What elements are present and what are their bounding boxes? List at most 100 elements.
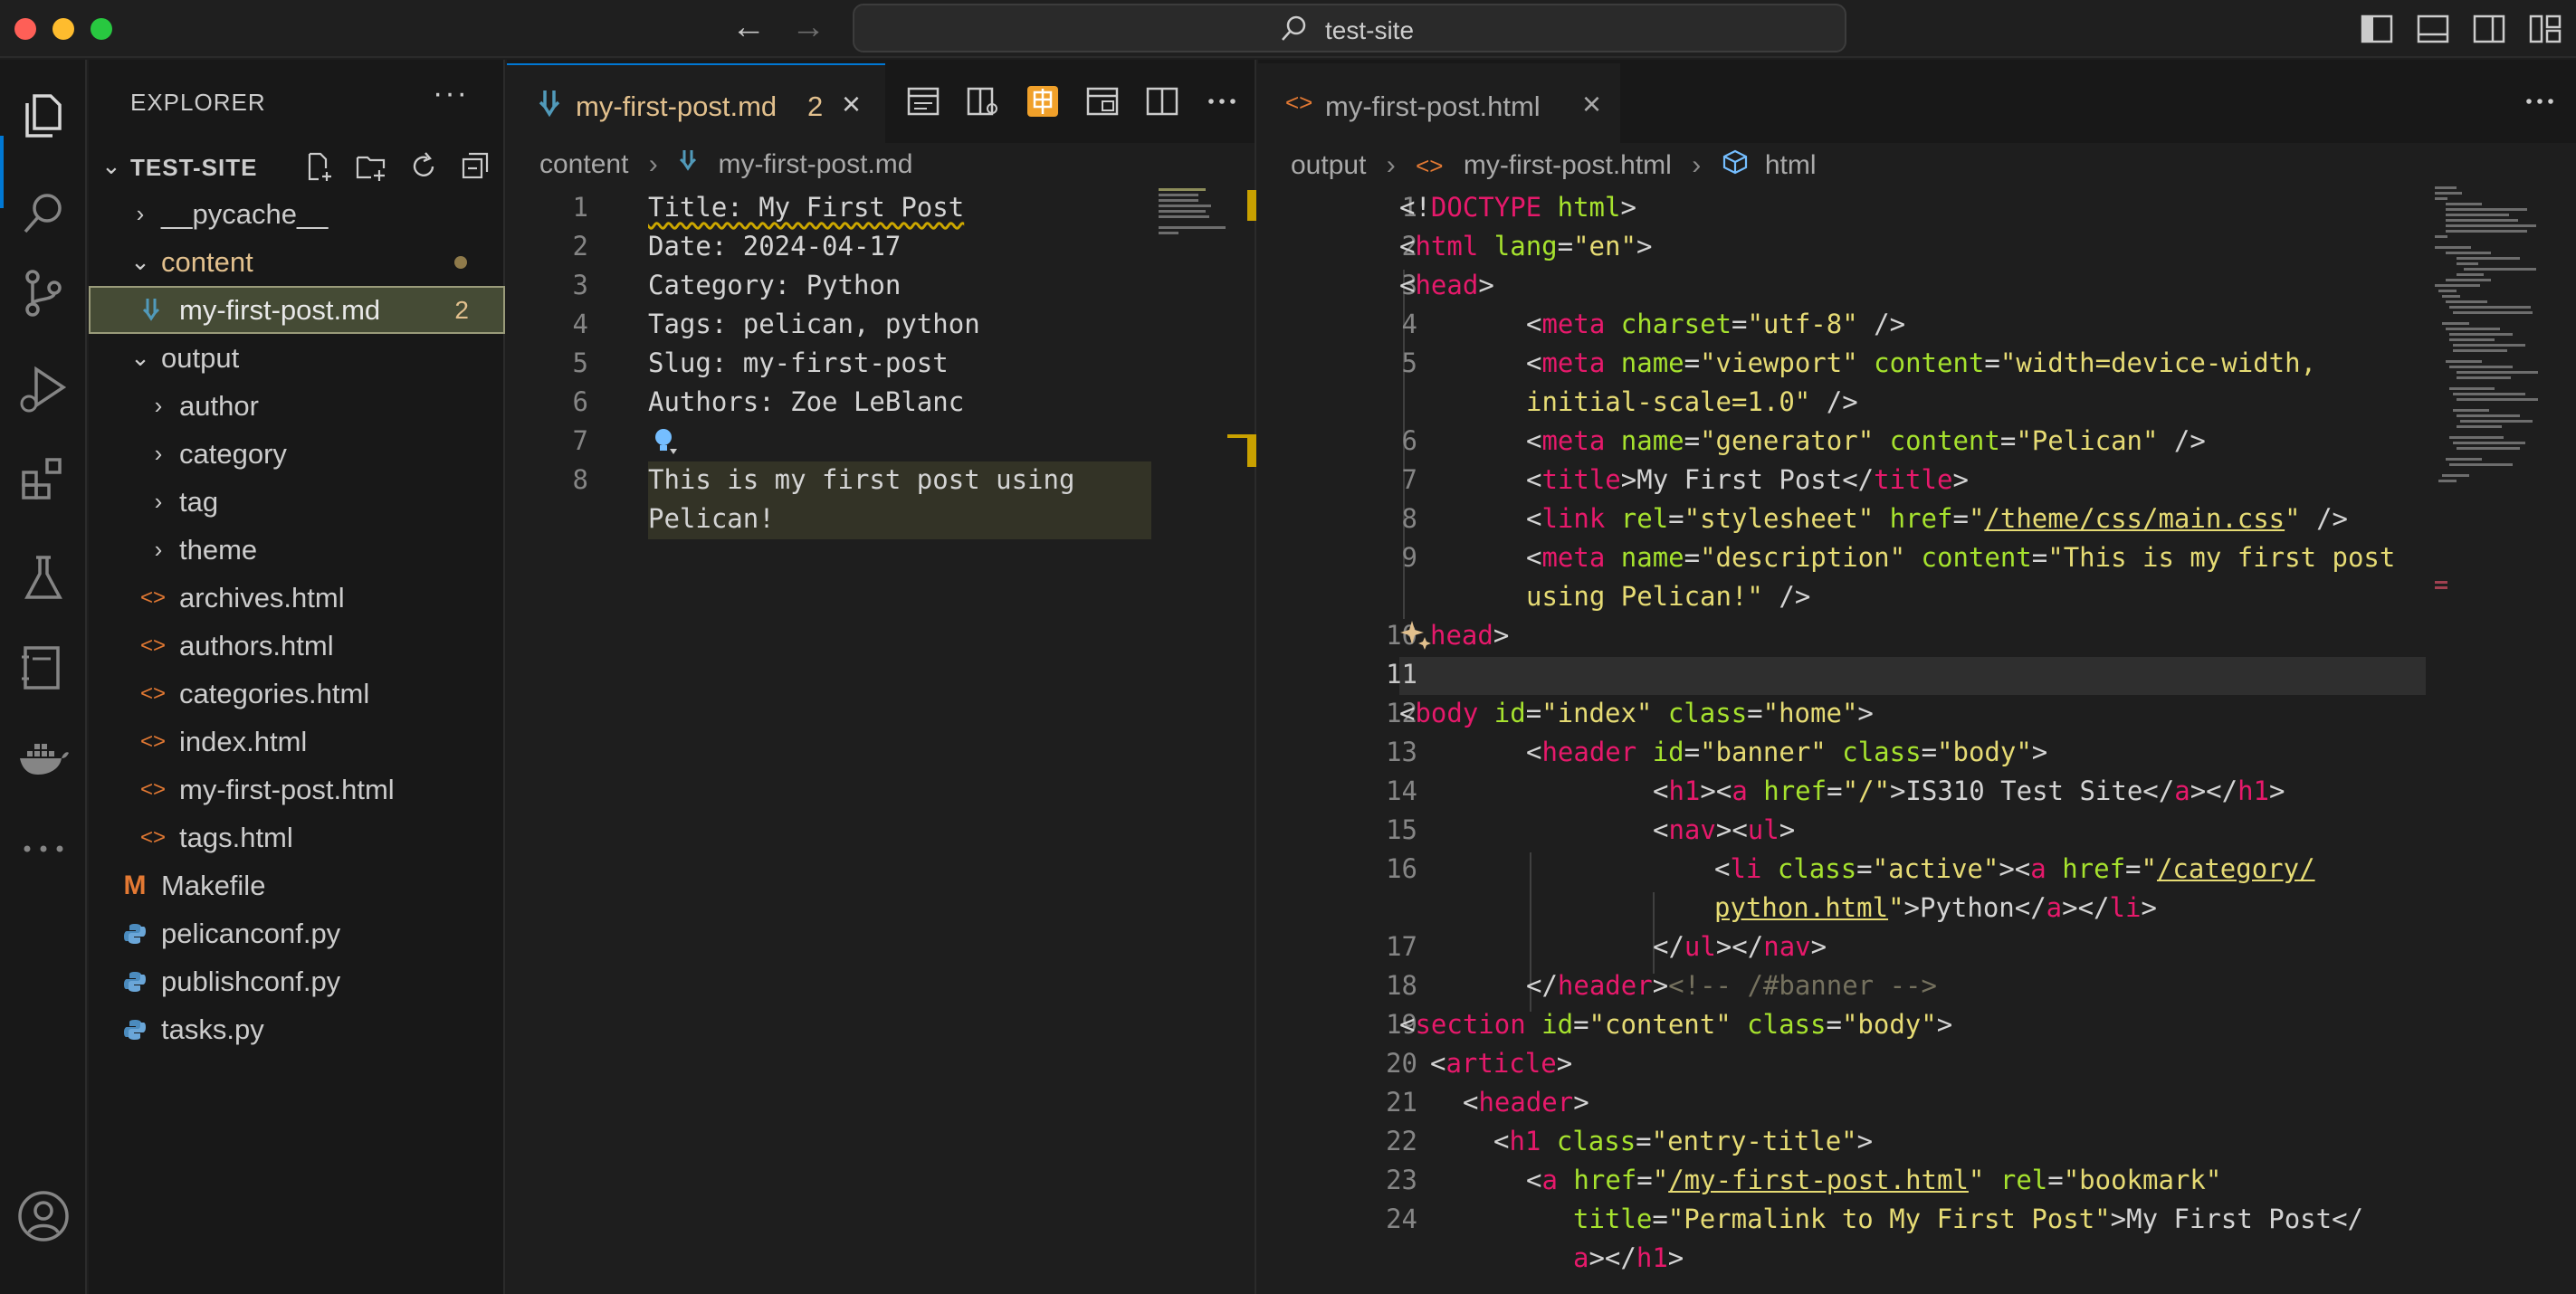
tree-item-category[interactable]: › category xyxy=(89,430,505,478)
breadcrumb-item-file[interactable]: my-first-post.md xyxy=(718,149,912,180)
scrollbar-cursor-marker xyxy=(1227,434,1247,438)
more-actions-icon[interactable] xyxy=(1204,83,1240,119)
code-line: This is my first post using xyxy=(648,464,1075,495)
more-views-icon[interactable] xyxy=(14,820,72,878)
modified-dot-icon xyxy=(454,256,467,269)
toggle-panel-icon[interactable] xyxy=(2415,11,2451,47)
source-control-icon[interactable] xyxy=(14,264,72,322)
search-icon xyxy=(1282,15,1306,41)
search-icon[interactable] xyxy=(14,185,72,243)
close-tab-icon[interactable]: × xyxy=(1582,85,1601,123)
open-preview-to-side-icon[interactable] xyxy=(965,83,1001,119)
breadcrumb: output › <> my-first-post.html › html xyxy=(1291,148,1817,183)
extensions-icon[interactable] xyxy=(14,451,72,509)
toggle-primary-sidebar-icon[interactable] xyxy=(2359,11,2395,47)
customize-layout-icon[interactable] xyxy=(2527,11,2563,47)
problems-badge: 2 xyxy=(454,296,469,324)
chevron-down-icon: ⌄ xyxy=(130,344,150,371)
tree-item-theme[interactable]: › theme xyxy=(89,526,505,574)
tree-item-index-html[interactable]: <> index.html xyxy=(89,718,505,766)
tree-item-tasks-py[interactable]: tasks.py xyxy=(89,1005,505,1053)
makefile-icon: M xyxy=(123,871,147,900)
scrollbar-warning-marker xyxy=(1247,434,1256,467)
tab-problems-badge: 2 xyxy=(807,90,824,122)
html-file-icon: <> xyxy=(139,585,167,610)
chevron-right-icon: › xyxy=(154,440,163,467)
code-line: <h1><a href="/">IS310 Test Site</a></h1> xyxy=(1653,775,2285,806)
open-preview-icon[interactable] xyxy=(905,83,941,119)
tree-item-output[interactable]: ⌄ output xyxy=(89,334,505,382)
minimap[interactable] xyxy=(1155,186,1227,295)
notebook-icon[interactable] xyxy=(14,639,72,697)
breadcrumb-item-symbol[interactable]: html xyxy=(1765,150,1817,181)
split-editor-icon[interactable] xyxy=(1144,83,1180,119)
new-file-icon[interactable] xyxy=(302,150,335,183)
docker-icon[interactable] xyxy=(14,729,72,787)
run-debug-icon[interactable] xyxy=(14,360,72,418)
workspace-section-header[interactable]: ⌄ TEST-SITE xyxy=(89,141,505,190)
preview-layout-icon[interactable] xyxy=(1084,83,1121,119)
chevron-down-icon: ⌄ xyxy=(101,152,121,179)
tree-item-content[interactable]: ⌄ content xyxy=(89,238,505,286)
command-center-search[interactable]: test-site xyxy=(853,4,1846,52)
testing-flask-icon[interactable] xyxy=(14,548,72,606)
new-folder-icon[interactable] xyxy=(355,150,387,183)
more-actions-icon[interactable] xyxy=(2522,83,2558,119)
chevron-right-icon: › xyxy=(1692,150,1702,180)
tree-item-publishconf-py[interactable]: publishconf.py xyxy=(89,957,505,1005)
back-arrow-icon[interactable]: ← xyxy=(731,9,766,45)
tree-item-pycache[interactable]: › __pycache__ xyxy=(89,190,505,238)
tree-item-categories-html[interactable]: <> categories.html xyxy=(89,670,505,718)
chevron-right-icon: › xyxy=(154,392,163,419)
tab-my-first-post-md[interactable]: my-first-post.md 2 × xyxy=(507,63,885,143)
code-line: <html lang="en"> xyxy=(1399,231,1653,262)
html-file-icon: <> xyxy=(139,681,167,706)
editor-group-markdown: my-first-post.md 2 × content › my-first-… xyxy=(507,60,1256,1294)
maximize-window-button[interactable] xyxy=(91,18,112,40)
accounts-icon[interactable] xyxy=(14,1187,72,1245)
tree-item-tags-html[interactable]: <> tags.html xyxy=(89,814,505,861)
breadcrumb-item-folder[interactable]: content xyxy=(539,149,628,180)
code-line: <!DOCTYPE html> xyxy=(1399,192,1636,223)
cube-symbol-icon xyxy=(1722,148,1749,183)
forward-arrow-icon[interactable]: → xyxy=(791,9,825,45)
close-window-button[interactable] xyxy=(14,18,36,40)
explorer-icon[interactable] xyxy=(14,87,72,145)
chevron-down-icon: ⌄ xyxy=(130,248,150,275)
tree-item-my-first-post-md[interactable]: my-first-post.md 2 xyxy=(89,286,505,334)
collapse-all-icon[interactable] xyxy=(460,150,492,183)
file-tree: › __pycache__ ⌄ content my-first-post.md… xyxy=(89,190,505,1053)
close-tab-icon[interactable]: × xyxy=(842,85,861,123)
lightbulb-icon[interactable] xyxy=(650,425,681,456)
tree-item-pelicanconf-py[interactable]: pelicanconf.py xyxy=(89,909,505,957)
code-line: <a href="/my-first-post.html" rel="bookm… xyxy=(1526,1165,2222,1195)
markdown-file-icon xyxy=(678,148,698,181)
breadcrumb-item-file[interactable]: my-first-post.html xyxy=(1464,150,1672,181)
tree-item-authors-html[interactable]: <> authors.html xyxy=(89,622,505,670)
code-line: Pelican! xyxy=(648,503,775,534)
tree-item-archives-html[interactable]: <> archives.html xyxy=(89,574,505,622)
tree-item-my-first-post-html[interactable]: <> my-first-post.html xyxy=(89,766,505,814)
minimize-window-button[interactable] xyxy=(52,18,74,40)
extension-action-icon[interactable] xyxy=(1025,83,1061,119)
code-line: <body id="index" class="home"> xyxy=(1399,698,1874,728)
html-file-icon: <> xyxy=(139,777,167,802)
toggle-secondary-sidebar-icon[interactable] xyxy=(2471,11,2507,47)
tree-item-author[interactable]: › author xyxy=(89,382,505,430)
minimap[interactable] xyxy=(2431,186,2567,603)
tab-my-first-post-html[interactable]: <> my-first-post.html × xyxy=(1258,63,1620,143)
sparkle-icon[interactable] xyxy=(1399,617,1434,652)
tree-item-tag[interactable]: › tag xyxy=(89,478,505,526)
code-line: </ul></nav> xyxy=(1653,931,1827,962)
active-indicator xyxy=(0,136,4,208)
code-line: <h1 class="entry-title"> xyxy=(1493,1126,1874,1156)
code-line: <meta name="description" content="This i… xyxy=(1526,542,2396,573)
tree-item-makefile[interactable]: M Makefile xyxy=(89,861,505,909)
activity-bar xyxy=(0,60,87,1294)
chevron-right-icon: › xyxy=(1386,150,1396,180)
breadcrumb-item-folder[interactable]: output xyxy=(1291,150,1366,181)
explorer-more-actions[interactable]: ··· xyxy=(433,76,469,111)
refresh-icon[interactable] xyxy=(407,150,440,183)
code-line: Tags: pelican, python xyxy=(648,309,980,339)
code-line: head> xyxy=(1430,620,1510,651)
